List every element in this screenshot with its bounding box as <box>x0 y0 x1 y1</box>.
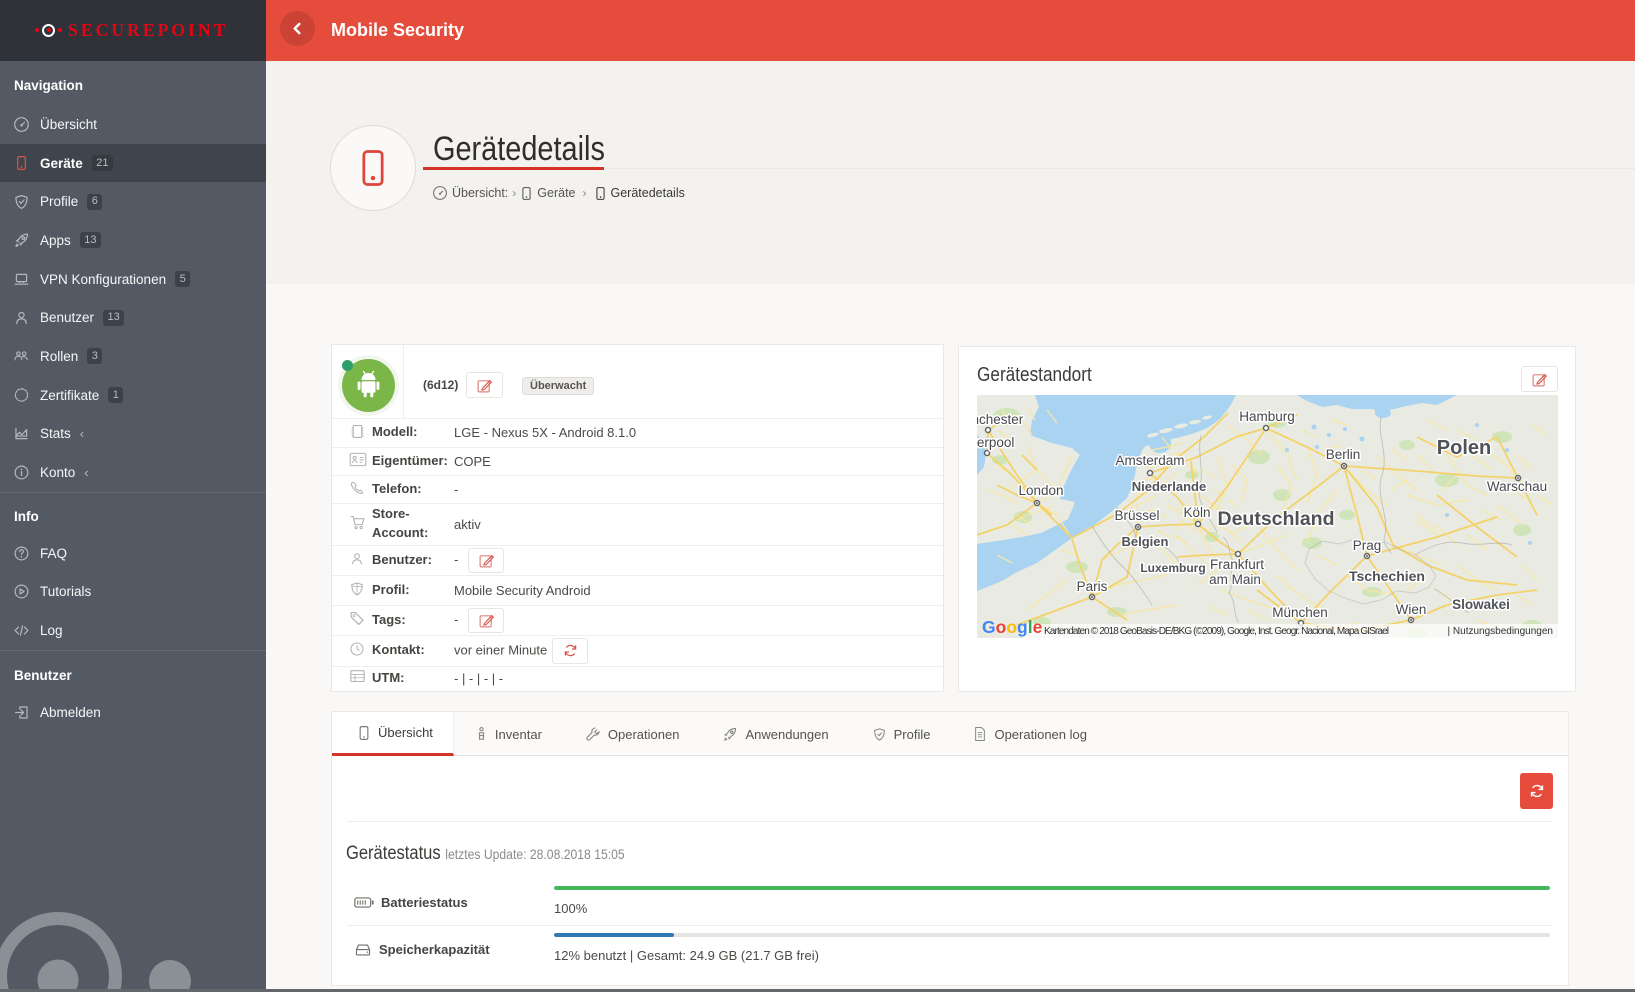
svg-text:Slowakei: Slowakei <box>1452 597 1510 612</box>
svg-text:München: München <box>1272 605 1328 620</box>
svg-text:Amsterdam: Amsterdam <box>1115 453 1184 468</box>
svg-text:Google: Google <box>982 617 1043 637</box>
svg-text:Polen: Polen <box>1437 437 1491 459</box>
svg-text:Belgien: Belgien <box>1122 534 1169 549</box>
svg-text:Berlin: Berlin <box>1326 447 1361 462</box>
svg-text:Prag: Prag <box>1353 538 1382 553</box>
svg-text:Kartendaten © 2018 GeoBasis-DE: Kartendaten © 2018 GeoBasis-DE/BKG (©200… <box>1044 626 1389 637</box>
svg-text:Brüssel: Brüssel <box>1114 508 1159 523</box>
svg-text:Liverpool: Liverpool <box>977 435 1014 450</box>
svg-text:Paris: Paris <box>1077 579 1108 594</box>
svg-text:Hamburg: Hamburg <box>1239 409 1295 424</box>
svg-text:Tschechien: Tschechien <box>1349 568 1425 584</box>
svg-text:Niederlande: Niederlande <box>1132 479 1206 494</box>
svg-text:Köln: Köln <box>1183 505 1210 520</box>
svg-text:Frankfurt: Frankfurt <box>1210 557 1264 572</box>
svg-text:Luxemburg: Luxemburg <box>1140 561 1205 575</box>
svg-text:am Main: am Main <box>1209 572 1261 587</box>
svg-text:Manchester: Manchester <box>977 412 1024 427</box>
svg-text:| Nutzungsbedingungen: | Nutzungsbedingungen <box>1448 626 1553 637</box>
svg-text:Wien: Wien <box>1396 602 1427 617</box>
svg-text:Warschau: Warschau <box>1487 479 1547 494</box>
svg-text:London: London <box>1018 483 1063 498</box>
svg-text:Deutschland: Deutschland <box>1217 508 1334 530</box>
